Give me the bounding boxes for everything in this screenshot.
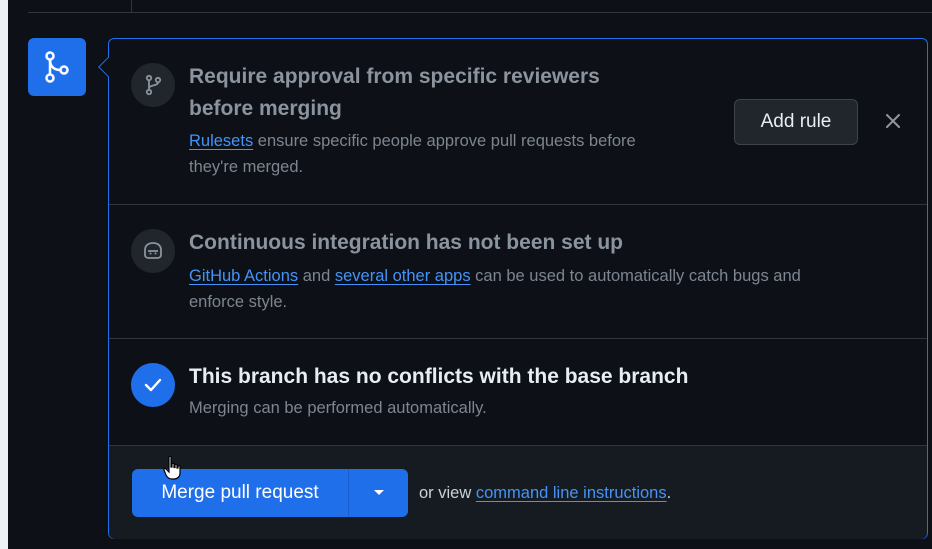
section-description: Merging can be performed automatically. xyxy=(189,399,487,417)
section-description: GitHub Actions and several other apps ca… xyxy=(189,263,801,315)
merge-box: Require approval from specific reviewers… xyxy=(98,38,928,539)
divider xyxy=(131,0,132,13)
desc-text: ensure specific people approve pull requ… xyxy=(253,132,636,150)
rulesets-link[interactable]: Rulesets xyxy=(189,132,253,150)
git-merge-icon-glyph xyxy=(45,51,69,83)
screen: Require approval from specific reviewers… xyxy=(8,0,932,549)
add-rule-button[interactable]: Add rule xyxy=(734,99,858,145)
hand-cursor-icon xyxy=(163,455,181,480)
no-conflicts-section: This branch has no conflicts with the ba… xyxy=(109,339,927,446)
title-line-2: before merging xyxy=(189,97,342,120)
desc-text-line-2: enforce style. xyxy=(189,293,288,311)
close-button[interactable] xyxy=(879,107,907,135)
desc-text: can be used to automatically catch bugs … xyxy=(470,267,801,285)
ci-section: Continuous integration has not been set … xyxy=(109,205,927,339)
robot-icon xyxy=(131,229,175,273)
title-line-1: Require approval from specific reviewers xyxy=(189,65,600,88)
section-title: Continuous integration has not been set … xyxy=(189,231,623,254)
close-icon xyxy=(886,114,900,128)
require-approval-section: Require approval from specific reviewers… xyxy=(109,39,927,205)
chevron-down-icon xyxy=(373,490,384,495)
section-description: Rulesets ensure specific people approve … xyxy=(189,128,636,180)
section-title: This branch has no conflicts with the ba… xyxy=(189,365,689,388)
period-text: . xyxy=(666,484,672,502)
branch-icon xyxy=(131,63,175,107)
github-actions-link[interactable]: GitHub Actions xyxy=(189,267,298,285)
or-view-text: or view xyxy=(419,484,476,502)
merge-actions-section: Merge pull request or view command line … xyxy=(109,446,927,539)
desc-text-line-2: they're merged. xyxy=(189,158,304,176)
section-title: Require approval from specific reviewers… xyxy=(189,61,600,125)
command-line-hint: or view command line instructions. xyxy=(419,480,671,506)
merge-options-dropdown[interactable] xyxy=(349,469,408,517)
other-apps-link[interactable]: several other apps xyxy=(335,267,471,285)
divider xyxy=(28,12,932,13)
command-line-instructions-link[interactable]: command line instructions xyxy=(476,484,667,502)
desc-text: and xyxy=(298,267,335,285)
check-icon xyxy=(131,363,175,407)
git-merge-icon xyxy=(28,38,86,96)
